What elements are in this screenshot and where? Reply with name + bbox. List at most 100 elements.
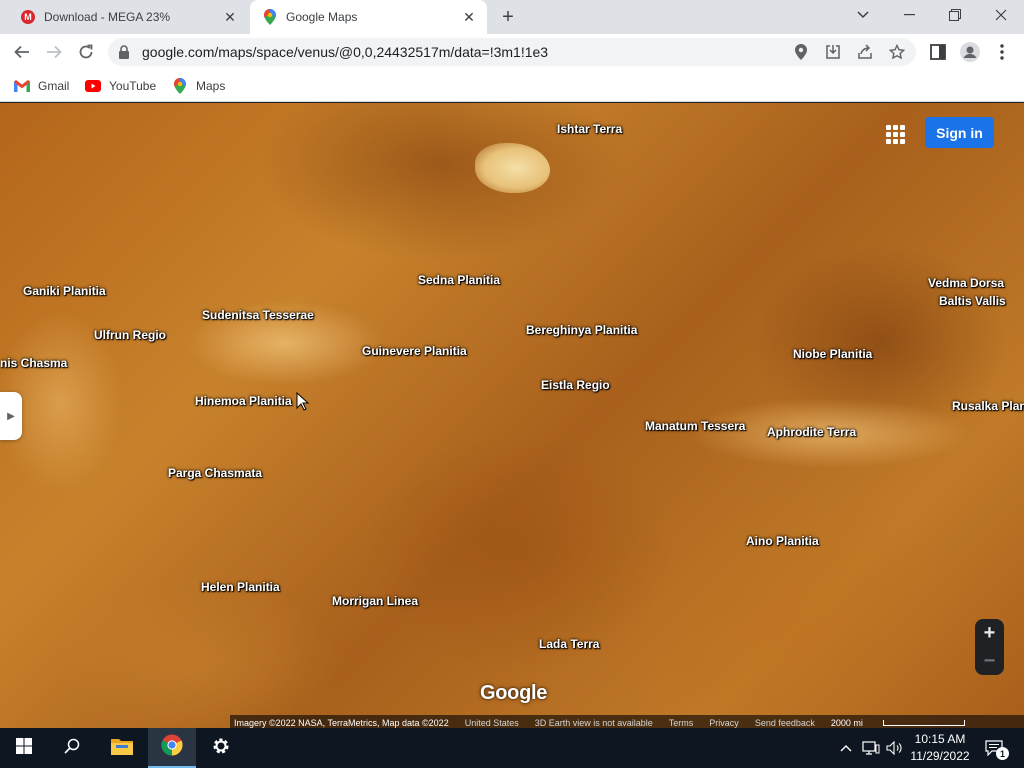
lock-icon[interactable] <box>118 44 134 60</box>
maps-icon <box>172 78 188 94</box>
gmail-icon <box>14 78 30 94</box>
bookmark-label: Maps <box>196 79 226 93</box>
map-label[interactable]: nis Chasma <box>0 356 67 370</box>
location-pin-icon[interactable] <box>792 43 810 61</box>
restore-button[interactable] <box>932 0 978 30</box>
chevron-right-icon: ▶ <box>7 410 15 422</box>
google-apps-grid-icon[interactable] <box>884 123 906 145</box>
system-clock[interactable]: 10:15 AM 11/29/2022 <box>906 731 974 765</box>
settings-taskbar-button[interactable] <box>197 728 245 768</box>
bookmark-star-icon[interactable] <box>888 43 906 61</box>
map-label[interactable]: Lada Terra <box>539 637 599 651</box>
terms-link[interactable]: Terms <box>669 718 694 728</box>
map-label[interactable]: Morrigan Linea <box>332 594 418 608</box>
google-logo: Google <box>480 682 548 704</box>
folder-icon <box>111 737 133 760</box>
minimize-button[interactable] <box>886 0 932 30</box>
map-label[interactable]: Helen Planitia <box>201 580 280 594</box>
map-label[interactable]: Vedma Dorsa <box>928 276 1004 290</box>
show-hidden-icons-button[interactable] <box>836 728 856 768</box>
side-panel-icon[interactable] <box>928 42 948 62</box>
map-label[interactable]: Ganiki Planitia <box>23 284 106 298</box>
close-tab-icon[interactable]: ✕ <box>459 7 479 27</box>
map-label[interactable]: Aphrodite Terra <box>767 425 856 439</box>
bookmark-gmail[interactable]: Gmail <box>14 76 69 96</box>
map-label[interactable]: Baltis Vallis <box>939 294 1006 308</box>
reload-button[interactable] <box>72 38 100 66</box>
chrome-taskbar-button[interactable] <box>148 728 196 768</box>
venus-map-canvas[interactable]: Ishtar Terra Ganiki Planitia Sudenitsa T… <box>0 103 1024 730</box>
earth-view-notice: 3D Earth view is not available <box>534 717 653 728</box>
url-text: google.com/maps/space/venus/@0,0,2443251… <box>142 44 549 60</box>
windows-logo-icon <box>16 737 32 759</box>
menu-kebab-icon[interactable] <box>992 42 1012 62</box>
country-link[interactable]: United States <box>465 718 519 728</box>
bookmarks-bar: Gmail YouTube Maps <box>0 70 1024 102</box>
windows-taskbar: 10:15 AM 11/29/2022 1 <box>0 728 1024 768</box>
map-label[interactable]: Niobe Planitia <box>793 347 872 361</box>
bookmark-label: YouTube <box>109 79 157 93</box>
tab-google-maps[interactable]: Google Maps ✕ <box>250 0 487 34</box>
notification-icon: 1 <box>985 740 1009 760</box>
expand-side-panel-button[interactable]: ▶ <box>0 392 22 440</box>
google-maps-icon <box>262 9 278 25</box>
chevron-up-icon <box>840 741 852 755</box>
close-window-button[interactable] <box>978 0 1024 30</box>
map-label[interactable]: Sedna Planitia <box>418 273 500 287</box>
zoom-controls: + − <box>975 619 1004 675</box>
privacy-link[interactable]: Privacy <box>709 718 739 728</box>
gear-icon <box>211 736 231 761</box>
chrome-icon <box>161 734 183 761</box>
send-feedback-link[interactable]: Send feedback <box>755 718 815 728</box>
tab-title: Google Maps <box>286 10 358 24</box>
map-label[interactable]: Bereghinya Planitia <box>526 323 637 337</box>
map-label[interactable]: Manatum Tessera <box>645 419 745 433</box>
map-label[interactable]: Ulfrun Regio <box>94 328 166 342</box>
scale-bar[interactable]: 2000 mi <box>831 718 981 728</box>
mega-icon: M <box>20 9 36 25</box>
mouse-cursor-icon <box>296 392 310 411</box>
bookmark-youtube[interactable]: YouTube <box>85 76 156 96</box>
profile-avatar-icon[interactable] <box>960 42 980 62</box>
close-tab-icon[interactable]: ✕ <box>220 7 240 27</box>
clock-time: 10:15 AM <box>914 732 966 746</box>
install-app-icon[interactable] <box>824 43 842 61</box>
share-icon[interactable] <box>856 43 874 61</box>
scale-label: 2000 mi <box>830 717 863 728</box>
volume-icon[interactable] <box>884 728 906 768</box>
map-label[interactable]: Sudenitsa Tesserae <box>202 308 314 322</box>
start-button[interactable] <box>0 728 48 768</box>
tab-strip: M Download - MEGA 23% ✕ Google Maps ✕ + <box>0 0 1024 34</box>
taskbar-search-button[interactable] <box>48 728 96 768</box>
zoom-in-button[interactable]: + <box>975 619 1004 647</box>
bookmark-maps[interactable]: Maps <box>172 76 225 96</box>
tab-title: Download - MEGA 23% <box>44 10 171 24</box>
map-label[interactable]: Rusalka Plani <box>952 399 1024 413</box>
zoom-out-button[interactable]: − <box>975 647 1004 675</box>
file-explorer-button[interactable] <box>98 728 146 768</box>
map-label[interactable]: Eistla Regio <box>541 378 610 392</box>
network-icon[interactable] <box>860 728 882 768</box>
map-label[interactable]: Ishtar Terra <box>557 122 622 136</box>
browser-toolbar: google.com/maps/space/venus/@0,0,2443251… <box>0 34 1024 70</box>
search-icon <box>64 738 80 759</box>
back-button[interactable] <box>8 38 36 66</box>
notification-count-badge: 1 <box>996 747 1009 760</box>
forward-button[interactable] <box>40 38 68 66</box>
map-label[interactable]: Guinevere Planitia <box>362 344 467 358</box>
tab-mega-download[interactable]: M Download - MEGA 23% ✕ <box>8 0 248 34</box>
bookmark-label: Gmail <box>38 79 70 93</box>
map-label[interactable]: Parga Chasmata <box>168 466 262 480</box>
tab-search-chevron-icon[interactable] <box>840 0 886 30</box>
youtube-icon <box>85 78 101 94</box>
sign-in-button[interactable]: Sign in <box>925 117 994 148</box>
ishtar-highland-feature <box>475 143 550 193</box>
action-center-button[interactable]: 1 <box>980 728 1009 768</box>
clock-date: 11/29/2022 <box>910 749 970 763</box>
scale-line <box>882 719 965 726</box>
new-tab-button[interactable]: + <box>496 6 520 28</box>
map-label[interactable]: Aino Planitia <box>746 534 819 548</box>
map-label[interactable]: Hinemoa Planitia <box>195 394 292 408</box>
address-bar[interactable]: google.com/maps/space/venus/@0,0,2443251… <box>108 38 916 66</box>
imagery-attribution: Imagery ©2022 NASA, TerraMetrics, Map da… <box>234 717 449 728</box>
